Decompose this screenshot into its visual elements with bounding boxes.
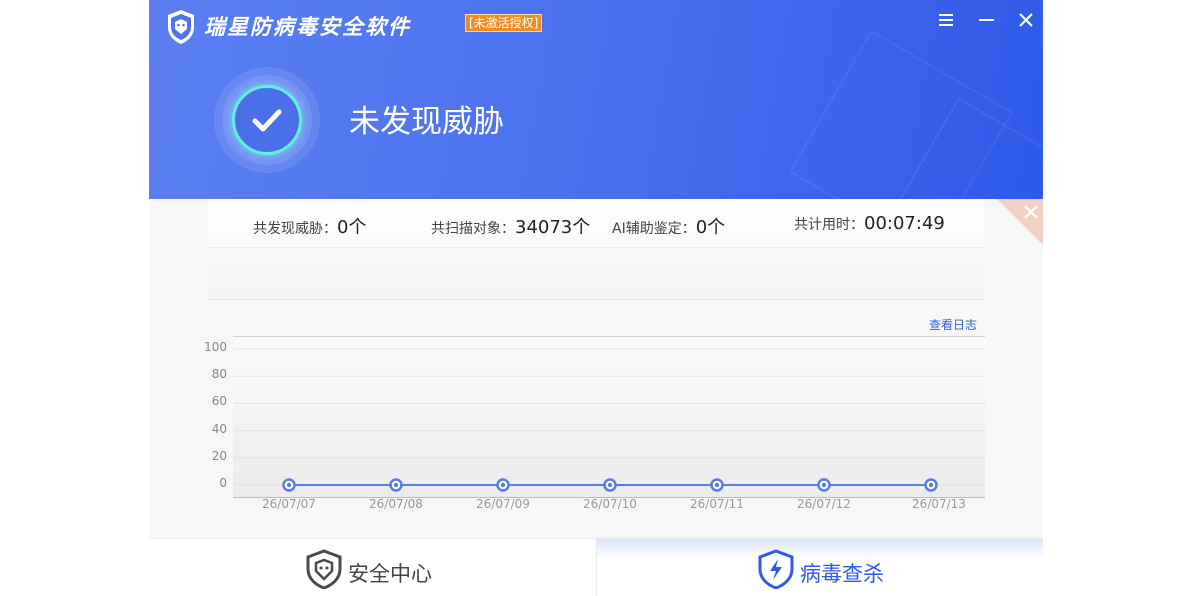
data-point-dot — [821, 482, 827, 488]
data-point-dot — [500, 482, 506, 488]
stat-value: 00:07:49 — [864, 213, 945, 234]
y-tick-label: 40 — [211, 421, 227, 436]
x-tick-label: 26/07/12 — [797, 497, 851, 511]
stat-threats: 共发现威胁：0个 — [253, 213, 366, 239]
menu-icon[interactable] — [935, 9, 957, 31]
tab-virus-scan[interactable]: 病毒查杀 — [596, 539, 1043, 596]
view-log-link[interactable]: 查看日志 — [929, 316, 977, 333]
status-ring — [214, 67, 320, 173]
x-tick-label: 26/07/09 — [476, 497, 530, 511]
stat-scanned: 共扫描对象：34073个 — [431, 213, 590, 239]
x-tick-label: 26/07/10 — [583, 497, 637, 511]
status-text: 未发现威胁 — [349, 104, 504, 140]
stat-value: 0个 — [337, 217, 367, 238]
minimize-icon[interactable] — [975, 9, 997, 31]
divider — [208, 247, 984, 248]
tab-label: 病毒查杀 — [800, 562, 884, 586]
lightning-shield-icon — [758, 549, 794, 589]
y-tick-label: 0 — [219, 476, 227, 490]
stat-ai: AI辅助鉴定：0个 — [612, 213, 725, 239]
app-window: 瑞星防病毒安全软件 [未激活授权] 未发现威胁 共发现威胁：0个 共扫描对象：3… — [149, 0, 1043, 596]
bottom-tabbar: 安全中心 病毒查杀 — [149, 538, 1043, 596]
data-point-dot — [607, 482, 613, 488]
x-tick-label: 26/07/11 — [690, 497, 744, 511]
lion-shield-icon — [306, 549, 342, 589]
y-tick-label: 80 — [211, 367, 227, 382]
x-tick-label: 26/07/08 — [369, 497, 423, 511]
app-logo-icon — [168, 10, 194, 44]
x-tick-label: 26/07/07 — [262, 497, 316, 511]
x-tick-label: 26/07/13 — [912, 497, 966, 511]
data-point-dot — [286, 482, 292, 488]
app-title: 瑞星防病毒安全软件 — [204, 15, 411, 39]
data-point-dot — [714, 482, 720, 488]
stat-time: 共计用时：00:07:49 — [794, 213, 945, 234]
threat-chart — [233, 336, 985, 498]
data-point-dot — [928, 482, 934, 488]
tab-security-center[interactable]: 安全中心 — [149, 539, 596, 596]
chart-plot — [233, 348, 985, 492]
tab-label: 安全中心 — [348, 562, 432, 586]
stat-value: 0个 — [695, 217, 726, 238]
data-point-dot — [393, 482, 399, 488]
license-badge[interactable]: [未激活授权] — [465, 14, 543, 32]
check-icon — [252, 109, 282, 132]
y-tick-label: 100 — [204, 340, 227, 354]
stat-label: 共扫描对象： — [431, 221, 515, 237]
stat-label: 共计用时： — [794, 217, 864, 233]
dismiss-icon[interactable] — [1022, 203, 1040, 221]
stats-panel: 共发现威胁：0个 共扫描对象：34073个 AI辅助鉴定：0个 共计用时：00:… — [208, 199, 984, 300]
stat-label: 共发现威胁： — [253, 221, 337, 237]
y-tick-label: 60 — [211, 394, 227, 409]
close-icon[interactable] — [1015, 9, 1037, 31]
y-tick-label: 20 — [211, 448, 227, 463]
stat-value: 34073个 — [515, 217, 591, 238]
stat-label: AI辅助鉴定： — [612, 221, 696, 237]
header: 瑞星防病毒安全软件 [未激活授权] 未发现威胁 — [149, 0, 1043, 199]
